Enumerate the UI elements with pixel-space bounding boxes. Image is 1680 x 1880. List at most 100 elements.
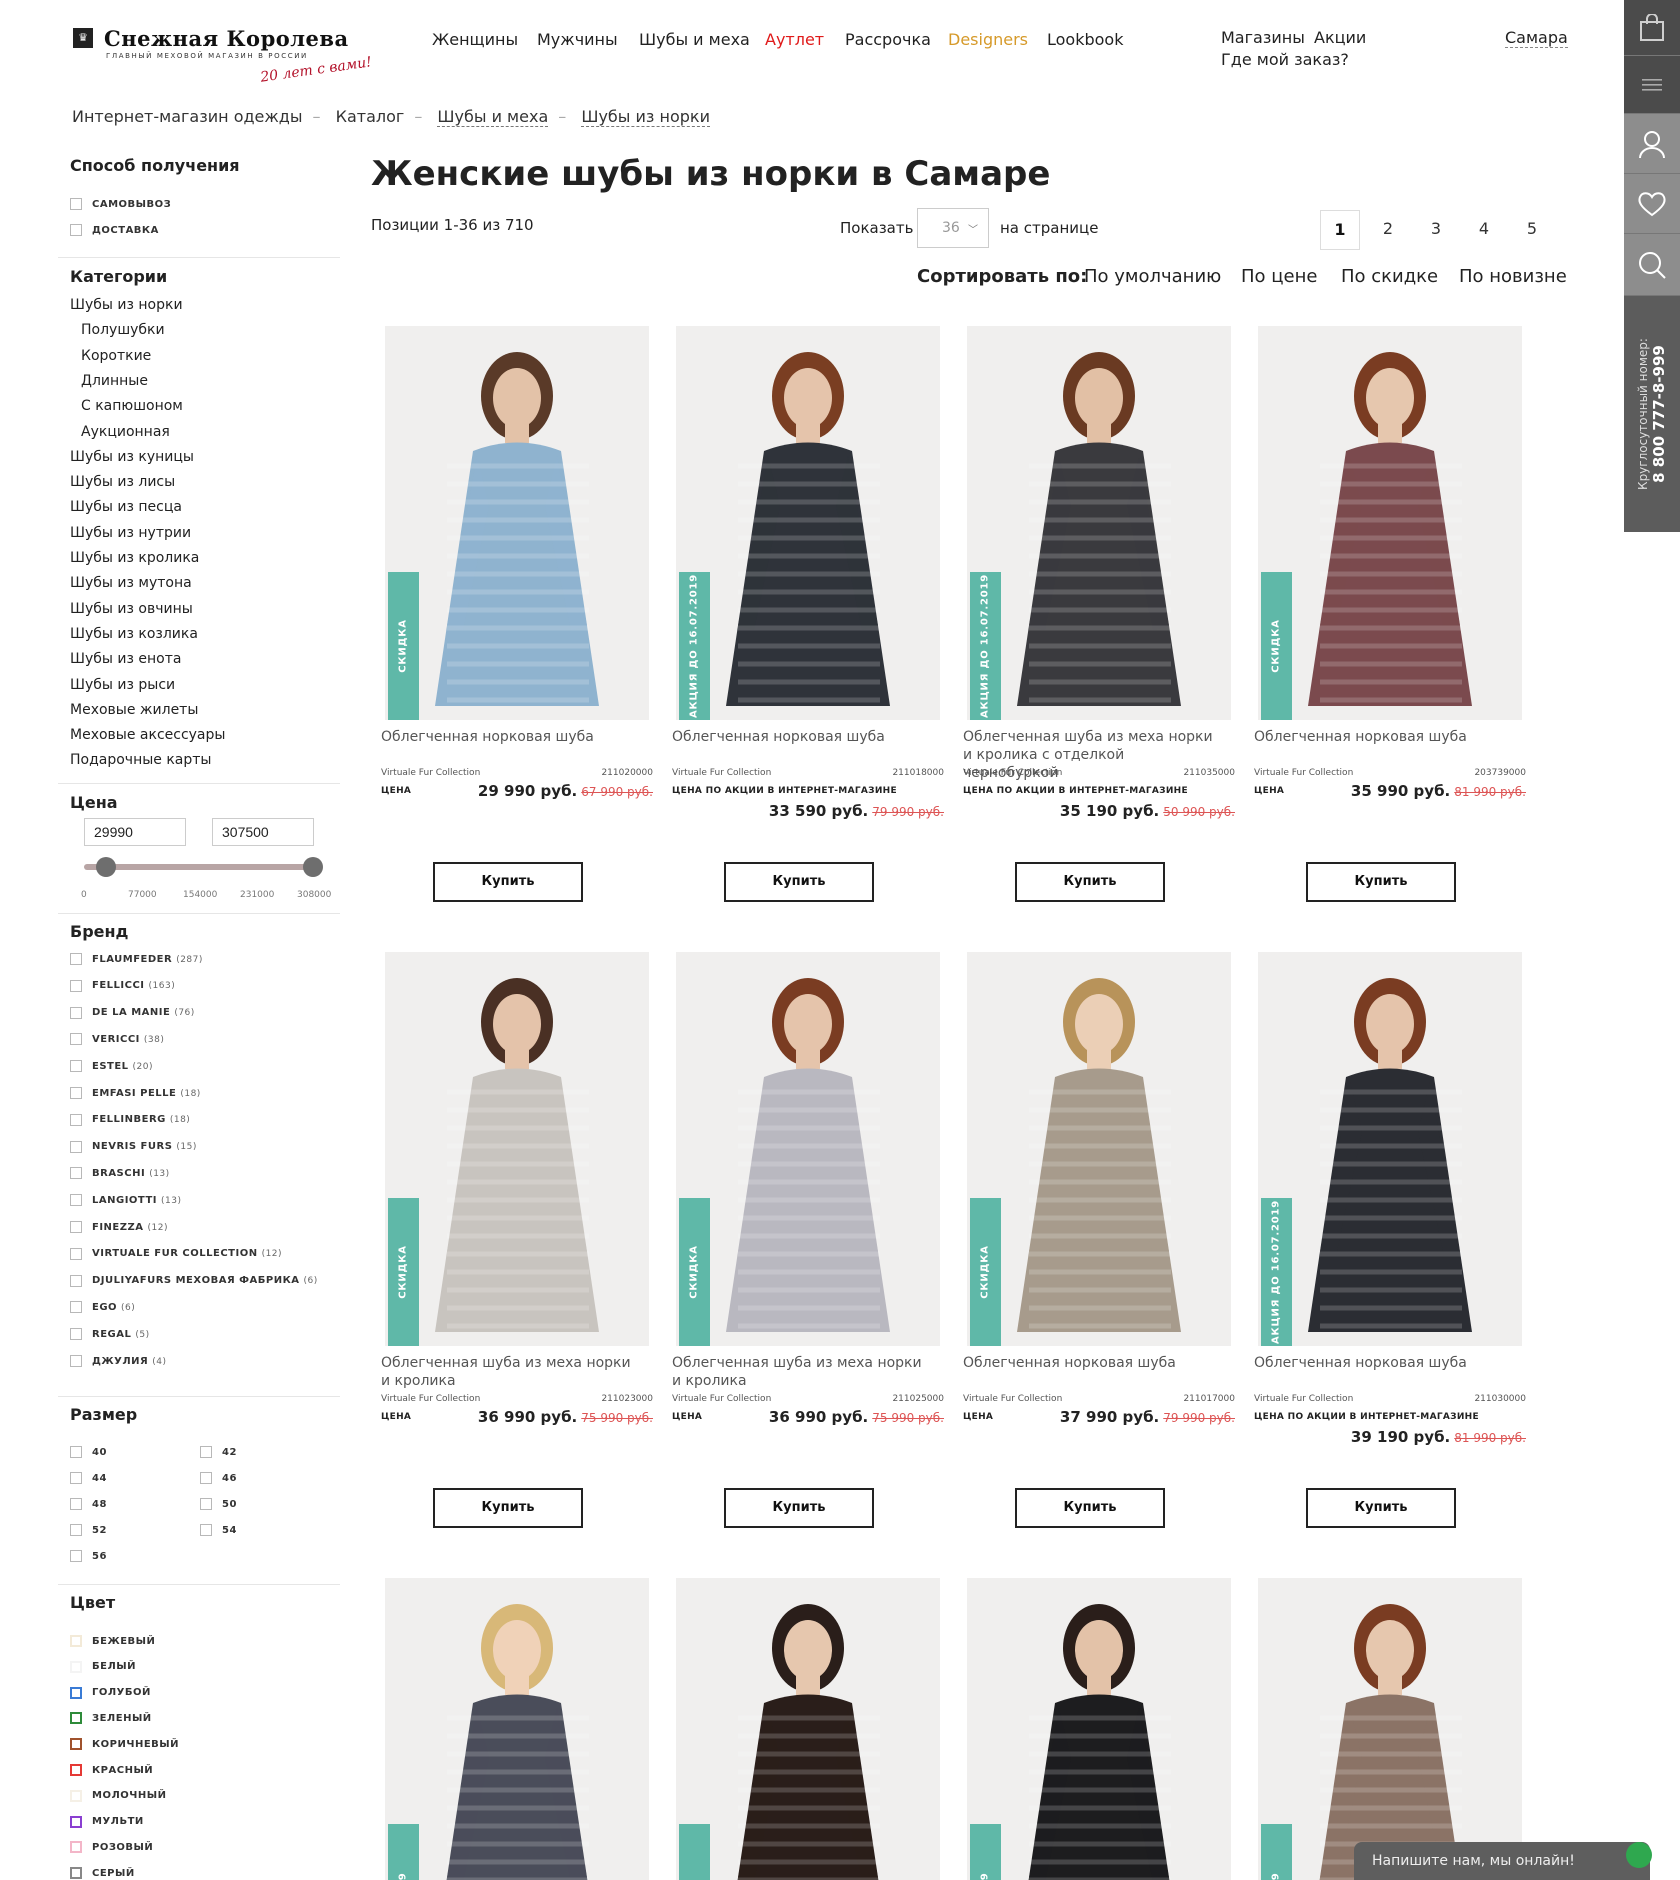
category-link[interactable]: Короткие [81,348,151,364]
size-checkbox[interactable]: 42 [200,1446,237,1458]
city-selector[interactable]: Самара [1505,28,1568,48]
product-image[interactable]: Акция до 16.07.2019 [967,326,1231,720]
breadcrumb-item[interactable]: Шубы и меха [437,107,549,127]
category-link[interactable]: Шубы из лисы [70,474,175,490]
color-checkbox[interactable]: МОЛОЧНЫЙ [70,1789,166,1802]
color-checkbox[interactable]: ГОЛУБОЙ [70,1686,151,1699]
brand-checkbox[interactable]: LANGIOTTI (13) [70,1194,181,1207]
product-image[interactable]: 07.2019 [967,1578,1231,1880]
category-link[interactable]: Шубы из овчины [70,601,193,617]
category-link[interactable]: Полушубки [81,322,165,338]
page-link-current[interactable]: 1 [1320,210,1360,250]
nav-designers[interactable]: Designers [948,30,1028,49]
per-page-select[interactable]: 36 ﹀ [917,208,989,248]
price-max-input[interactable] [212,818,314,846]
promos-link[interactable]: Акции [1314,28,1366,47]
page-link[interactable]: 3 [1416,210,1456,250]
brand-checkbox[interactable]: ДЖУЛИЯ (4) [70,1355,166,1367]
phone-block[interactable]: Круглосуточный номер: 8 800 777-8-999 [1624,296,1680,532]
brand-checkbox[interactable]: VERICCI (38) [70,1033,164,1046]
nav-men[interactable]: Мужчины [537,30,618,49]
breadcrumb-item[interactable]: Интернет-магазин одежды [72,107,303,126]
sort-newest[interactable]: По новизне [1459,266,1567,287]
category-link[interactable]: Шубы из песца [70,499,182,515]
sort-discount[interactable]: По скидке [1341,266,1438,287]
nav-outlet[interactable]: Аутлет [765,30,824,49]
buy-button[interactable]: Купить [1015,1488,1165,1528]
category-link[interactable]: Шубы из куницы [70,449,194,465]
product-image[interactable]: Скидка [385,952,649,1346]
account-button[interactable] [1624,114,1680,174]
buy-button[interactable]: Купить [1306,862,1456,902]
page-link[interactable]: 2 [1368,210,1408,250]
price-slider-track[interactable] [84,864,316,870]
category-link[interactable]: Шубы из енота [70,651,181,667]
price-slider-max-handle[interactable] [303,857,323,877]
product-image[interactable]: 07.2019 [1258,1578,1522,1880]
price-slider-min-handle[interactable] [96,857,116,877]
nav-women[interactable]: Женщины [432,30,518,49]
color-checkbox[interactable]: МУЛЬТИ [70,1815,144,1828]
buy-button[interactable]: Купить [433,1488,583,1528]
size-checkbox[interactable]: 48 [70,1498,107,1510]
search-button[interactable] [1624,234,1680,296]
breadcrumb-current[interactable]: Шубы из норки [581,107,710,127]
nav-furs[interactable]: Шубы и меха [639,30,750,49]
brand-checkbox[interactable]: FELLINBERG (18) [70,1113,190,1126]
buy-button[interactable]: Купить [433,862,583,902]
page-link[interactable]: 5 [1512,210,1552,250]
color-checkbox[interactable]: РОЗОВЫЙ [70,1841,153,1854]
wishlist-button[interactable] [1624,174,1680,234]
brand-checkbox[interactable]: EMFASI PELLE (18) [70,1087,201,1099]
nav-lookbook[interactable]: Lookbook [1047,30,1123,49]
category-link[interactable]: Шубы из мутона [70,575,192,591]
brand-checkbox[interactable]: ESTEL (20) [70,1060,153,1073]
category-link[interactable]: С капюшоном [81,398,183,414]
order-status-link[interactable]: Где мой заказ? [1221,50,1349,69]
category-link[interactable]: Подарочные карты [70,752,211,768]
delivery-shipping-checkbox[interactable]: ДОСТАВКА [70,224,159,236]
page-link[interactable]: 4 [1464,210,1504,250]
sort-default[interactable]: По умолчанию [1084,266,1221,287]
cart-button[interactable] [1624,0,1680,56]
delivery-pickup-checkbox[interactable]: САМОВЫВОЗ [70,198,171,210]
color-checkbox[interactable]: СЕРЫЙ [70,1867,135,1880]
size-checkbox[interactable]: 56 [70,1550,107,1562]
chat-widget[interactable]: Напишите нам, мы онлайн! [1354,1842,1650,1880]
category-link[interactable]: Длинные [81,373,148,389]
brand-checkbox[interactable]: VIRTUALE FUR COLLECTION (12) [70,1247,282,1260]
brand-checkbox[interactable]: EGO (6) [70,1301,135,1314]
product-image[interactable]: Скидка [967,952,1231,1346]
brand-checkbox[interactable]: BRASCHI (13) [70,1167,170,1180]
color-checkbox[interactable]: КРАСНЫЙ [70,1764,153,1776]
buy-button[interactable]: Купить [1015,862,1165,902]
color-checkbox[interactable]: БЕЛЫЙ [70,1660,136,1673]
menu-button[interactable] [1624,56,1680,114]
brand-checkbox[interactable]: FELLICCI (163) [70,979,175,992]
size-checkbox[interactable]: 46 [200,1472,237,1484]
category-link[interactable]: Шубы из нутрии [70,525,191,541]
category-link[interactable]: Меховые жилеты [70,702,198,718]
color-checkbox[interactable]: БЕЖЕВЫЙ [70,1635,155,1647]
product-name[interactable]: Облегченная шуба из меха норки и кролика [381,1354,641,1390]
product-image[interactable]: Скидка [385,326,649,720]
size-checkbox[interactable]: 52 [70,1524,107,1536]
product-image[interactable]: а [676,1578,940,1880]
category-link[interactable]: Меховые аксессуары [70,727,225,743]
category-link[interactable]: Аукционная [81,424,170,440]
size-checkbox[interactable]: 50 [200,1498,237,1510]
brand-checkbox[interactable]: DJULIYAFURS МЕХОВАЯ ФАБРИКА (6) [70,1274,318,1287]
buy-button[interactable]: Купить [724,862,874,902]
buy-button[interactable]: Купить [724,1488,874,1528]
category-link[interactable]: Шубы из кролика [70,550,199,566]
product-image[interactable]: Скидка [1258,326,1522,720]
product-name[interactable]: Облегченная норковая шуба [381,728,641,746]
product-name[interactable]: Облегченная шуба из меха норки и кролика [672,1354,932,1390]
sort-price[interactable]: По цене [1241,266,1317,287]
product-name[interactable]: Облегченная норковая шуба [963,1354,1223,1372]
brand-checkbox[interactable]: FLAUMFEDER (287) [70,953,203,965]
product-name[interactable]: Облегченная норковая шуба [672,728,932,746]
logo[interactable]: ♛ Снежная Королева ГЛАВНЫЙ МЕХОВОЙ МАГАЗ… [70,24,373,90]
product-image[interactable]: Акция до 16.07.2019 [1258,952,1522,1346]
category-link[interactable]: Шубы из норки [70,297,183,313]
